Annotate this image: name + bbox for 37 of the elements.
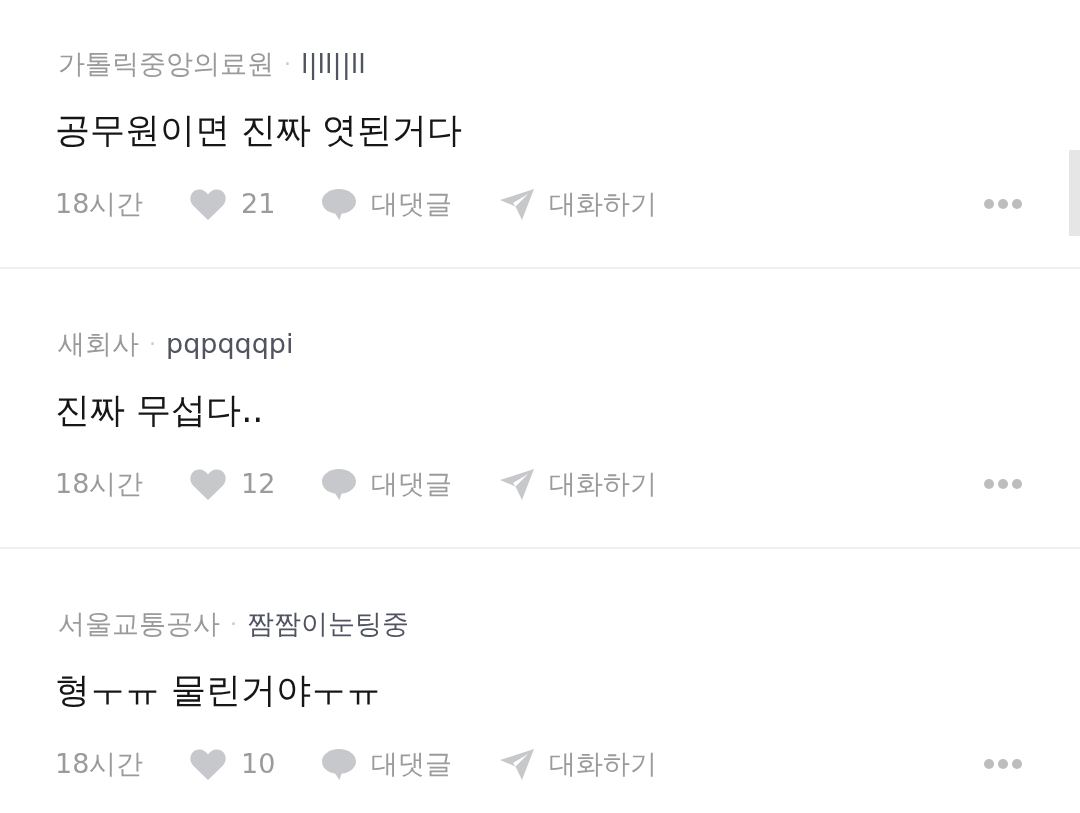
heart-icon bbox=[190, 748, 226, 780]
speech-bubble-icon bbox=[322, 188, 356, 220]
speech-bubble-icon bbox=[322, 748, 356, 780]
comment-text: 진짜 무섭다.. bbox=[55, 389, 265, 432]
separator-dot: · bbox=[284, 50, 291, 78]
heart-icon bbox=[190, 468, 226, 500]
like-button[interactable]: 10 bbox=[190, 744, 322, 784]
chat-button[interactable]: 대화하기 bbox=[500, 184, 657, 224]
reply-button[interactable]: 대댓글 bbox=[322, 744, 500, 784]
comment-text: 형ㅜㅠ 물린거야ㅜㅠ bbox=[55, 669, 383, 712]
timestamp: 18시간 bbox=[55, 747, 145, 781]
author-name[interactable]: pqpqqqpi bbox=[166, 324, 294, 364]
heart-icon bbox=[190, 188, 226, 220]
comment-text: 공무원이면 진짜 엿된거다 bbox=[55, 109, 464, 152]
speech-bubble-icon bbox=[322, 468, 356, 500]
paper-plane-icon bbox=[500, 188, 534, 220]
timestamp: 18시간 bbox=[55, 467, 145, 501]
more-icon bbox=[984, 479, 1022, 489]
company-name: 새회사 bbox=[57, 327, 139, 361]
timestamp: 18시간 bbox=[55, 187, 145, 221]
company-name: 가톨릭중앙의료원 bbox=[57, 47, 274, 81]
more-icon bbox=[984, 759, 1022, 769]
paper-plane-icon bbox=[500, 468, 534, 500]
reply-button[interactable]: 대댓글 bbox=[322, 184, 500, 224]
more-icon bbox=[984, 199, 1022, 209]
chat-button[interactable]: 대화하기 bbox=[500, 464, 657, 504]
paper-plane-icon bbox=[500, 748, 534, 780]
separator-dot: · bbox=[230, 610, 237, 638]
author-name[interactable]: l|ll||ll bbox=[301, 44, 366, 84]
author-name[interactable]: 짬짬이눈팅중 bbox=[247, 604, 409, 644]
company-name: 서울교통공사 bbox=[57, 607, 220, 641]
like-button[interactable]: 21 bbox=[190, 184, 322, 224]
like-button[interactable]: 12 bbox=[190, 464, 322, 504]
reply-button[interactable]: 대댓글 bbox=[322, 464, 500, 504]
separator-dot: · bbox=[149, 330, 156, 358]
chat-button[interactable]: 대화하기 bbox=[500, 744, 657, 784]
scrollbar-thumb[interactable] bbox=[1069, 150, 1080, 236]
